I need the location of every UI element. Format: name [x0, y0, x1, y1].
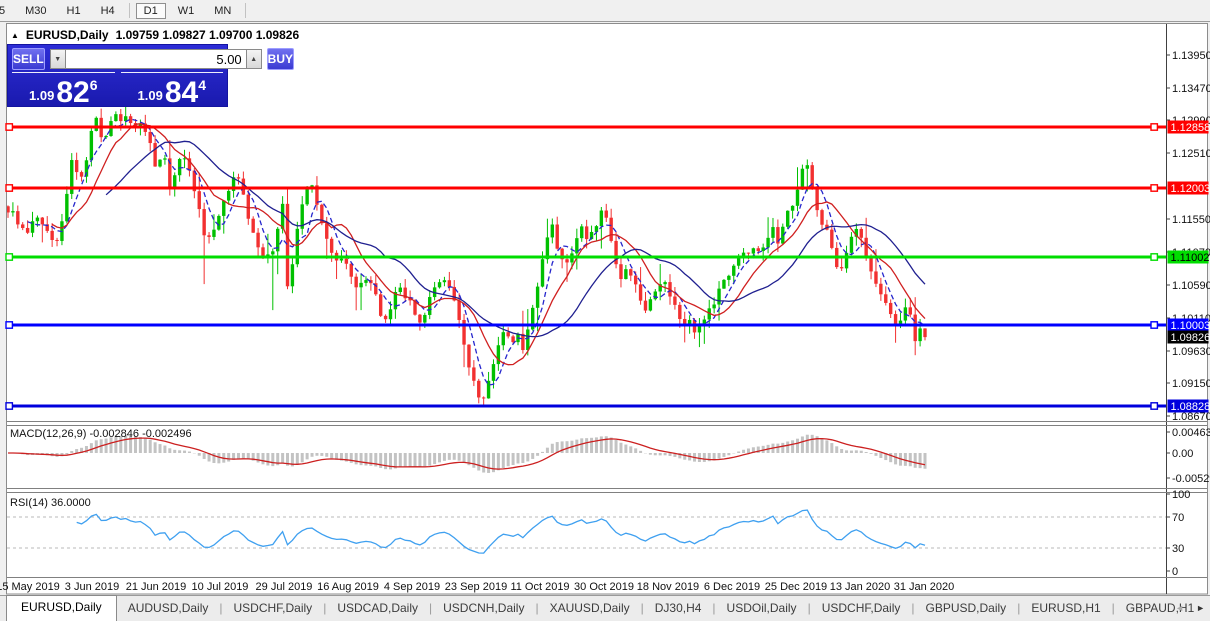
timeframe-button-m30[interactable]: M30 — [17, 3, 54, 19]
rsi-label: RSI(14) 36.0000 — [10, 497, 91, 509]
svg-text:1.09150: 1.09150 — [1172, 378, 1210, 390]
date-label: 13 Jan 2020 — [830, 581, 891, 593]
svg-text:0.00463: 0.00463 — [1172, 427, 1210, 439]
macd-label: MACD(12,26,9) -0.002846 -0.002496 — [10, 428, 192, 440]
tab-audusd-daily[interactable]: AUDUSD,Daily — [117, 597, 220, 621]
date-label: 3 Jun 2019 — [65, 581, 119, 593]
svg-text:-0.005299: -0.005299 — [1172, 473, 1210, 485]
sell-price-prefix: 1.09 — [29, 88, 55, 103]
date-label: 4 Sep 2019 — [384, 581, 440, 593]
svg-text:0: 0 — [1172, 566, 1178, 578]
tab-usdcad-daily[interactable]: USDCAD,Daily — [326, 597, 429, 621]
tab-usdcnh-daily[interactable]: USDCNH,Daily — [432, 597, 535, 621]
timeframe-button-h1[interactable]: H1 — [59, 3, 89, 19]
buy-price-pip: 4 — [198, 77, 206, 93]
svg-text:1.09630: 1.09630 — [1172, 346, 1210, 358]
buy-button[interactable]: BUY — [266, 48, 295, 70]
chart-window — [6, 23, 1208, 595]
tab-usdoil-daily[interactable]: USDOil,Daily — [716, 597, 808, 621]
one-click-trading-panel: SELL ▼ ▲ BUY 1.09 82 6 1.09 84 4 — [7, 44, 295, 109]
tab-eurusd-daily[interactable]: EURUSD,Daily — [6, 595, 117, 621]
volume-stepper: ▼ ▲ — [49, 49, 262, 69]
date-label: 21 Jun 2019 — [126, 581, 187, 593]
svg-text:100: 100 — [1172, 489, 1190, 501]
date-label: 30 Oct 2019 — [574, 581, 634, 593]
sell-price-display[interactable]: 1.09 82 6 — [12, 72, 115, 109]
date-axis[interactable]: 15 May 2019 3 Jun 2019 21 Jun 2019 10 Jul 2… — [0, 581, 954, 593]
sell-price-big: 82 — [56, 75, 90, 109]
tab-eurusd-h1[interactable]: EURUSD,H1 — [1020, 597, 1111, 621]
date-label: 31 Jan 2020 — [894, 581, 955, 593]
tab-usdchf-daily[interactable]: USDCHF,Daily — [223, 597, 324, 621]
timeframe-button-w1[interactable]: W1 — [170, 3, 203, 19]
chart-title-bar: ▲ EURUSD,Daily 1.09759 1.09827 1.09700 1… — [11, 28, 299, 42]
toolbar-separator — [128, 3, 130, 18]
down-arrow-icon: ▼ — [54, 55, 62, 63]
svg-text:1.11550: 1.11550 — [1172, 214, 1210, 226]
tab-gbpusd-daily[interactable]: GBPUSD,Daily — [915, 597, 1018, 621]
date-label: 6 Dec 2019 — [704, 581, 760, 593]
tabs-scroll-right-icon[interactable]: ► — [1196, 603, 1205, 613]
date-label: 16 Aug 2019 — [317, 581, 379, 593]
svg-text:1.10003: 1.10003 — [1171, 320, 1210, 332]
date-label: 23 Sep 2019 — [445, 581, 507, 593]
svg-text:1.13470: 1.13470 — [1172, 83, 1210, 95]
date-label: 11 Oct 2019 — [510, 581, 569, 593]
tabs-scroll-left-icon[interactable]: ◄ — [1175, 603, 1184, 613]
chart-ohlc-values: 1.09759 1.09827 1.09700 1.09826 — [115, 28, 300, 42]
sell-price-pip: 6 — [89, 77, 98, 93]
svg-text:1.10590: 1.10590 — [1172, 280, 1210, 292]
date-label: 15 May 2019 — [0, 581, 60, 593]
timeframe-button-d1[interactable]: D1 — [135, 2, 166, 19]
svg-text:1.11002: 1.11002 — [1171, 252, 1210, 264]
tab-dj30-h4[interactable]: DJ30,H4 — [644, 597, 713, 621]
date-label: 29 Jul 2019 — [256, 581, 313, 593]
timeframe-toolbar: 5 M30 H1 H4 D1 W1 MN — [0, 0, 1210, 22]
collapse-trade-panel-icon[interactable]: ▲ — [11, 31, 19, 40]
svg-text:1.12858: 1.12858 — [1171, 122, 1210, 134]
buy-price-prefix: 1.09 — [137, 88, 163, 103]
svg-text:1.12510: 1.12510 — [1172, 148, 1210, 160]
svg-text:1.09826: 1.09826 — [1171, 332, 1210, 344]
buy-price-big: 84 — [164, 75, 199, 109]
volume-input[interactable] — [65, 49, 246, 69]
volume-increase-button[interactable]: ▲ — [245, 49, 262, 69]
timeframe-button-h4[interactable]: H4 — [93, 3, 123, 19]
timeframe-button-mn[interactable]: MN — [206, 3, 239, 19]
toolbar-separator — [245, 3, 247, 18]
date-label: 25 Dec 2019 — [765, 581, 827, 593]
timeframe-button-m5[interactable]: 5 — [0, 3, 13, 19]
sell-button[interactable]: SELL — [12, 48, 45, 70]
svg-text:1.08828: 1.08828 — [1171, 401, 1210, 413]
tab-xauusd-daily[interactable]: XAUUSD,Daily — [539, 597, 641, 621]
svg-text:1.13950: 1.13950 — [1172, 50, 1210, 62]
symbol-tab-bar: EURUSD,Daily AUDUSD,Daily | USDCHF,Daily… — [0, 595, 1210, 621]
chart-symbol-title: EURUSD,Daily — [25, 28, 109, 42]
svg-text:70: 70 — [1172, 512, 1184, 524]
volume-decrease-button[interactable]: ▼ — [49, 49, 66, 69]
svg-text:1.12003: 1.12003 — [1171, 183, 1210, 195]
tab-usdchf-daily-2[interactable]: USDCHF,Daily — [811, 597, 912, 621]
svg-text:30: 30 — [1172, 543, 1184, 555]
date-label: 10 Jul 2019 — [192, 581, 249, 593]
buy-price-display[interactable]: 1.09 84 4 — [120, 72, 223, 109]
svg-text:0.00: 0.00 — [1172, 448, 1193, 460]
date-label: 18 Nov 2019 — [637, 581, 699, 593]
up-arrow-icon: ▲ — [250, 55, 258, 63]
